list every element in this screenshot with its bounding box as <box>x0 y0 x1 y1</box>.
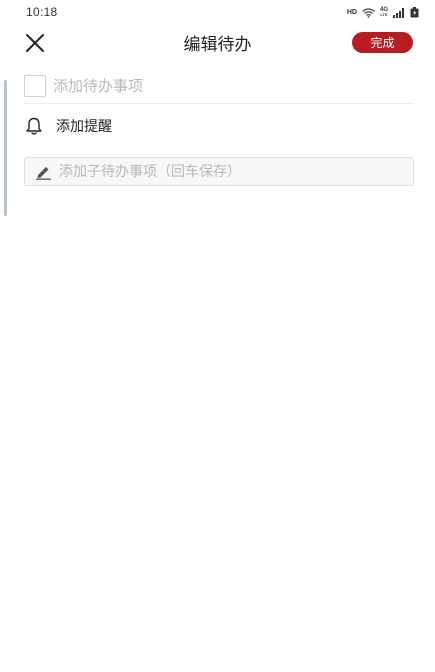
task-input[interactable] <box>53 76 393 95</box>
signal-icon <box>393 3 405 22</box>
screen: 10:18 HD 4G LTE 编辑待办 完成 添加待办事项 添加提醒 添加子待… <box>0 0 435 672</box>
wifi-icon <box>362 3 375 22</box>
task-row <box>24 68 414 104</box>
task-checkbox[interactable] <box>24 74 46 97</box>
status-time: 10:18 <box>26 5 58 19</box>
pencil-icon <box>36 166 51 180</box>
status-icons: HD 4G LTE <box>347 3 419 22</box>
network-bottom-label: LTE <box>380 12 388 17</box>
bell-icon <box>26 117 42 135</box>
add-reminder-button[interactable]: 添加提醒 <box>24 112 414 140</box>
reminder-label: 添加提醒 <box>56 119 112 135</box>
subtask-input[interactable] <box>59 163 399 180</box>
app-header: 编辑待办 完成 <box>0 24 435 62</box>
scroll-indicator[interactable] <box>4 80 7 216</box>
done-button[interactable]: 完成 <box>352 32 413 53</box>
battery-icon <box>410 3 419 22</box>
network-type-label: 4G LTE <box>380 7 388 17</box>
close-icon <box>26 34 44 52</box>
status-bar: 10:18 HD 4G LTE <box>0 0 435 24</box>
close-button[interactable] <box>22 30 48 56</box>
hd-label: HD <box>346 8 357 16</box>
subtask-field[interactable] <box>24 157 414 186</box>
